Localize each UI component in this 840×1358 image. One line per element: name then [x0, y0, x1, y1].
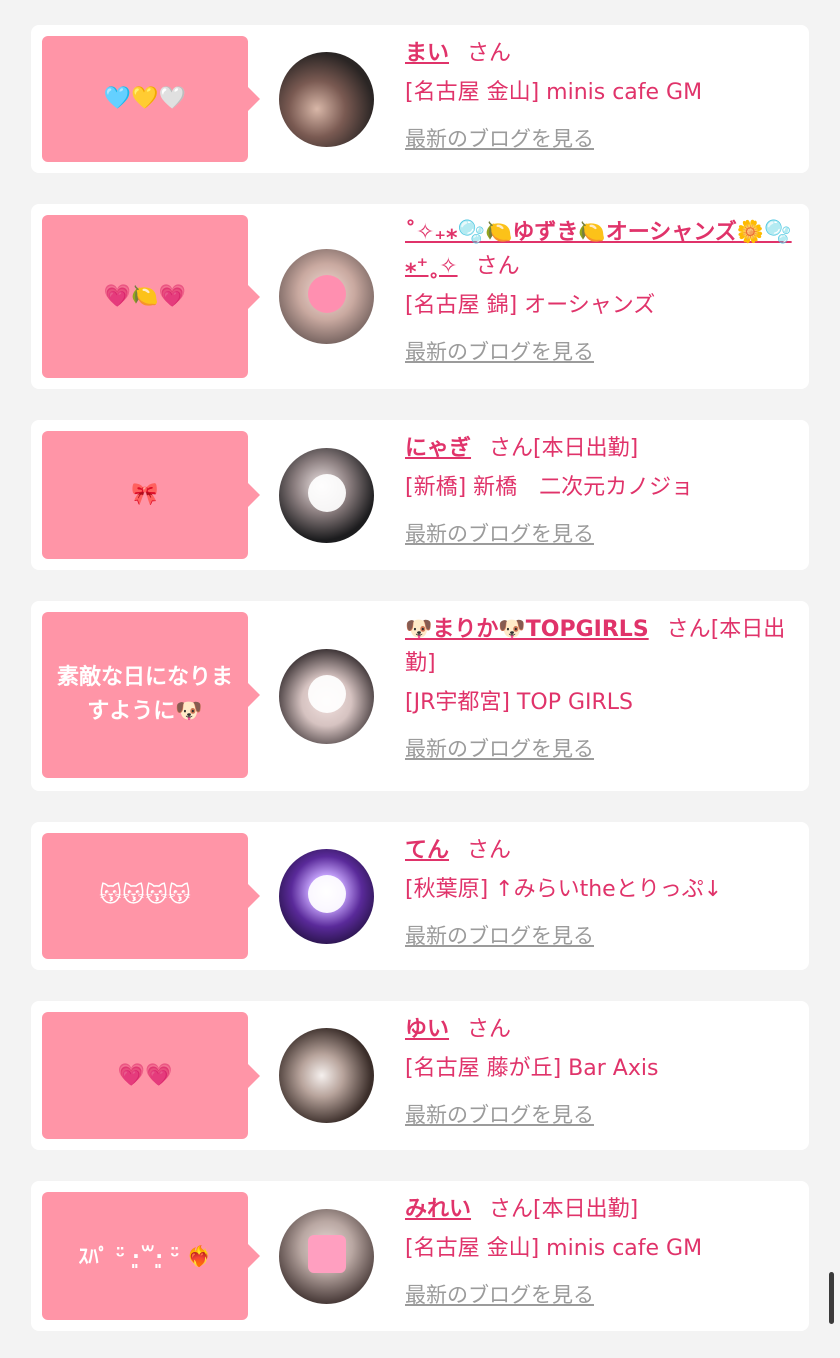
message-bubble: 🎀	[42, 431, 260, 559]
message-text: 🎀	[131, 482, 159, 507]
girl-name-link[interactable]: まい	[405, 41, 449, 66]
avatar[interactable]	[279, 448, 374, 543]
latest-blog-link[interactable]: 最新のブログを見る	[405, 1280, 594, 1310]
shop-name: [名古屋 藤が丘] Bar Axis	[405, 1056, 659, 1081]
avatar[interactable]	[279, 649, 374, 744]
message-text: 🩵💛🤍	[103, 86, 187, 111]
blog-card: 😽😽😽😽 てん さん [秋葉原] ↑みらいtheとりっぷ↓ 最新のブログを見る	[31, 822, 809, 970]
latest-blog-link[interactable]: 最新のブログを見る	[405, 337, 594, 367]
message-text: 💗💗	[117, 1062, 173, 1088]
girl-name-link[interactable]: みれい	[405, 1197, 471, 1222]
girl-name-link[interactable]: にゃぎ	[405, 436, 471, 461]
honorific: さん	[666, 617, 711, 642]
shop-name: [名古屋 錦] オーシャンズ	[405, 293, 656, 318]
honorific: さん	[475, 254, 520, 279]
scrollbar[interactable]	[829, 1272, 834, 1324]
blog-card: 💗💗 ゆい さん [名古屋 藤が丘] Bar Axis 最新のブログを見る	[31, 1001, 809, 1150]
shop-name: [名古屋 金山] minis cafe GM	[405, 1236, 703, 1261]
latest-blog-link[interactable]: 最新のブログを見る	[405, 1100, 594, 1130]
message-bubble: 素敵な日になりますように🐶	[42, 612, 260, 778]
shop-name: [新橋] 新橋 二次元カノジョ	[405, 475, 694, 500]
latest-blog-link[interactable]: 最新のブログを見る	[405, 734, 594, 764]
girl-name-link[interactable]: てん	[405, 838, 449, 863]
girl-name-link[interactable]: ˚✧₊⁎🫧🍋ゆずき🍋オーシャンズ🌼🫧⁎⁺˳✧	[405, 220, 792, 279]
message-text: ｽﾊﾟ ᵕ̈ ·͈꒳·͈ ᵕ̈ ❤️‍🔥	[78, 1244, 212, 1268]
status-tag: [本日出勤]	[533, 436, 639, 461]
blog-card: 💗🍋💗 ˚✧₊⁎🫧🍋ゆずき🍋オーシャンズ🌼🫧⁎⁺˳✧ さん [名古屋 錦] オーシ…	[31, 204, 809, 389]
avatar[interactable]	[279, 849, 374, 944]
blog-card: ｽﾊﾟ ᵕ̈ ·͈꒳·͈ ᵕ̈ ❤️‍🔥 みれい さん[本日出勤] [名古屋 金山…	[31, 1181, 809, 1331]
status-tag: [本日出勤]	[533, 1197, 639, 1222]
blog-card: 🩵💛🤍 まい さん [名古屋 金山] minis cafe GM 最新のブログを見…	[31, 25, 809, 173]
girl-name-link[interactable]: ゆい	[405, 1017, 449, 1042]
avatar[interactable]	[279, 1028, 374, 1123]
honorific: さん	[489, 1197, 534, 1222]
shop-name: [名古屋 金山] minis cafe GM	[405, 80, 703, 105]
avatar[interactable]	[279, 52, 374, 147]
blog-card: 素敵な日になりますように🐶 🐶まりか🐶TOPGIRLS さん[本日出勤] [JR宇…	[31, 601, 809, 791]
message-text: 💗🍋💗	[103, 283, 187, 309]
honorific: さん	[467, 1017, 512, 1042]
message-bubble: ｽﾊﾟ ᵕ̈ ·͈꒳·͈ ᵕ̈ ❤️‍🔥	[42, 1192, 260, 1320]
message-bubble: 🩵💛🤍	[42, 36, 260, 162]
avatar[interactable]	[279, 1209, 374, 1304]
blog-card: 🎀 にゃぎ さん[本日出勤] [新橋] 新橋 二次元カノジョ 最新のブログを見る	[31, 420, 809, 570]
message-bubble: 💗🍋💗	[42, 215, 260, 378]
shop-name: [秋葉原] ↑みらいtheとりっぷ↓	[405, 877, 723, 902]
girl-name-link[interactable]: 🐶まりか🐶TOPGIRLS	[405, 617, 649, 642]
latest-blog-link[interactable]: 最新のブログを見る	[405, 124, 594, 154]
avatar[interactable]	[279, 249, 374, 344]
honorific: さん	[467, 838, 512, 863]
message-text: 😽😽😽😽	[99, 883, 191, 908]
message-text: 素敵な日になりますように🐶	[56, 665, 233, 724]
shop-name: [JR宇都宮] TOP GIRLS	[405, 690, 633, 715]
message-bubble: 💗💗	[42, 1012, 260, 1139]
latest-blog-link[interactable]: 最新のブログを見る	[405, 921, 594, 951]
honorific: さん	[489, 436, 534, 461]
latest-blog-link[interactable]: 最新のブログを見る	[405, 519, 594, 549]
message-bubble: 😽😽😽😽	[42, 833, 260, 959]
honorific: さん	[467, 41, 512, 66]
